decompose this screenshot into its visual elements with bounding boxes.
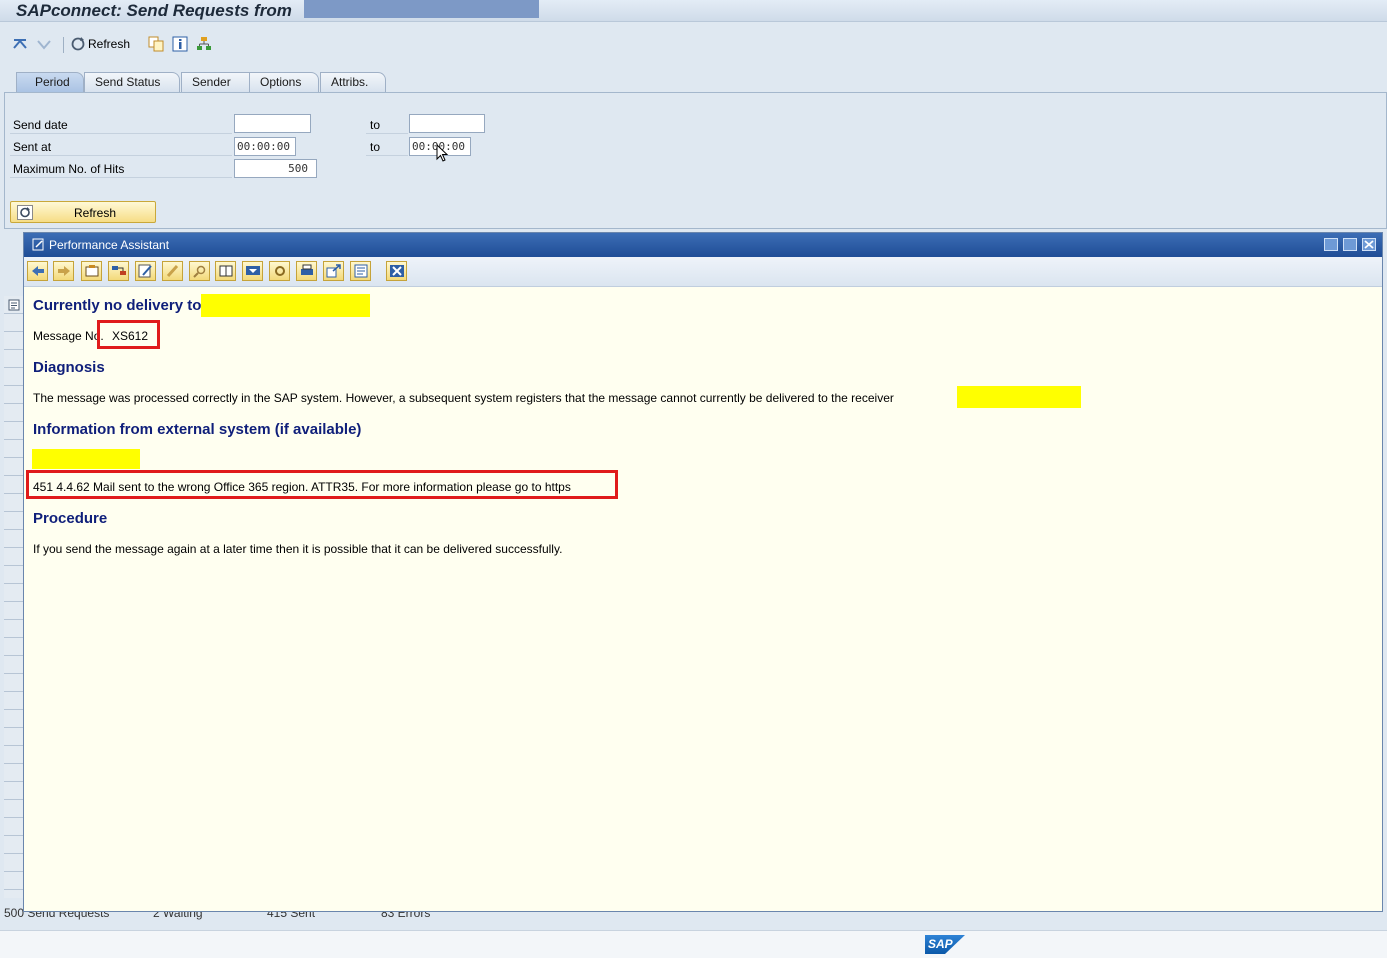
performance-assistant-title: Performance Assistant xyxy=(49,238,170,252)
book-icon[interactable] xyxy=(215,261,236,281)
send-date-from-input[interactable] xyxy=(234,114,311,133)
row-divider xyxy=(10,133,232,134)
forward-arrow-icon[interactable] xyxy=(53,261,74,281)
find-icon[interactable] xyxy=(189,261,210,281)
bookmark-icon[interactable] xyxy=(242,261,263,281)
tab-options-label: Options xyxy=(260,75,302,89)
redacted-recipient xyxy=(201,294,370,317)
print-icon[interactable] xyxy=(296,261,317,281)
open-new-window-icon[interactable] xyxy=(323,261,344,281)
tab-options[interactable]: Options xyxy=(249,72,319,92)
selection-panel xyxy=(4,92,1387,229)
status-bar xyxy=(0,930,1387,958)
refresh-icon xyxy=(71,37,85,51)
window-titlebar: SAPconnect: Send Requests from xyxy=(0,0,1387,22)
window-title: SAPconnect: Send Requests from xyxy=(16,1,292,20)
send-date-to-input[interactable] xyxy=(409,114,485,133)
row-divider xyxy=(366,133,408,134)
procedure-heading: Procedure xyxy=(33,510,108,527)
structure-icon[interactable] xyxy=(108,261,129,281)
document-icon[interactable] xyxy=(350,261,371,281)
procedure-text: If you send the message again at a later… xyxy=(33,542,563,556)
assistant-toolbar xyxy=(24,257,1382,287)
mouse-cursor-icon xyxy=(436,144,449,162)
copy-icon[interactable] xyxy=(148,35,164,53)
sent-at-to-label: to xyxy=(370,140,381,154)
minimize-icon[interactable] xyxy=(1324,238,1338,251)
refresh-button-label: Refresh xyxy=(73,206,117,220)
tab-sender-label: Sender xyxy=(192,75,231,89)
refresh-toolbar-button[interactable]: Refresh xyxy=(70,35,130,53)
application-toolbar: Refresh xyxy=(0,31,1387,59)
refresh-button[interactable]: Refresh xyxy=(10,201,156,223)
edit-icon[interactable] xyxy=(135,261,156,281)
first-page-icon[interactable] xyxy=(12,35,28,53)
back-arrow-icon[interactable] xyxy=(27,261,48,281)
tab-period-label: Period xyxy=(35,75,70,89)
redacted-receiver xyxy=(957,386,1081,408)
assistant-content: Currently no delivery to Message No. XS6… xyxy=(24,287,1382,913)
row-divider xyxy=(10,177,232,178)
tab-attribs-label: Attribs. xyxy=(331,75,369,89)
tab-attribs[interactable]: Attribs. xyxy=(320,72,386,92)
max-hits-input[interactable]: 500 xyxy=(234,159,317,178)
message-number-label: Message No. xyxy=(33,329,104,343)
maximize-icon[interactable] xyxy=(1343,238,1357,251)
performance-assistant-window: Performance Assistant Currently no deliv… xyxy=(23,232,1383,912)
row-divider xyxy=(10,155,232,156)
tab-send-status-label: Send Status xyxy=(95,75,161,89)
max-hits-label: Maximum No. of Hits xyxy=(13,162,125,176)
refresh-toolbar-label: Refresh xyxy=(88,37,131,51)
redacted-title-part xyxy=(304,0,539,18)
external-info-heading: Information from external system (if ava… xyxy=(33,421,362,438)
close-icon[interactable] xyxy=(1362,238,1376,251)
sent-at-from-input[interactable]: 00:00:00 xyxy=(234,137,296,156)
redacted-system-name xyxy=(32,449,140,469)
row-selector-strip[interactable] xyxy=(4,296,24,898)
annotation-box xyxy=(97,320,160,349)
row-divider xyxy=(366,155,408,156)
toolbar-separator xyxy=(63,37,64,53)
tab-send-status[interactable]: Send Status xyxy=(84,72,180,92)
document-edit-icon xyxy=(32,238,44,251)
settings-icon[interactable] xyxy=(269,261,290,281)
message-heading: Currently no delivery to xyxy=(33,297,202,314)
send-date-label: Send date xyxy=(13,118,68,132)
sent-at-label: Sent at xyxy=(13,140,52,154)
diagnosis-heading: Diagnosis xyxy=(33,359,105,376)
close-assistant-icon[interactable] xyxy=(386,261,407,281)
diagnosis-text: The message was processed correctly in t… xyxy=(33,391,894,405)
hierarchy-icon[interactable] xyxy=(196,35,212,53)
tab-period[interactable]: Period xyxy=(16,72,84,93)
technical-info-icon[interactable] xyxy=(81,261,102,281)
send-date-to-label: to xyxy=(370,118,381,132)
next-page-icon[interactable] xyxy=(36,35,52,53)
annotation-box xyxy=(26,470,618,499)
info-icon[interactable] xyxy=(172,35,188,53)
pencil-icon[interactable] xyxy=(162,261,183,281)
list-settings-icon[interactable] xyxy=(8,299,21,312)
performance-assistant-titlebar: Performance Assistant xyxy=(24,233,1382,257)
